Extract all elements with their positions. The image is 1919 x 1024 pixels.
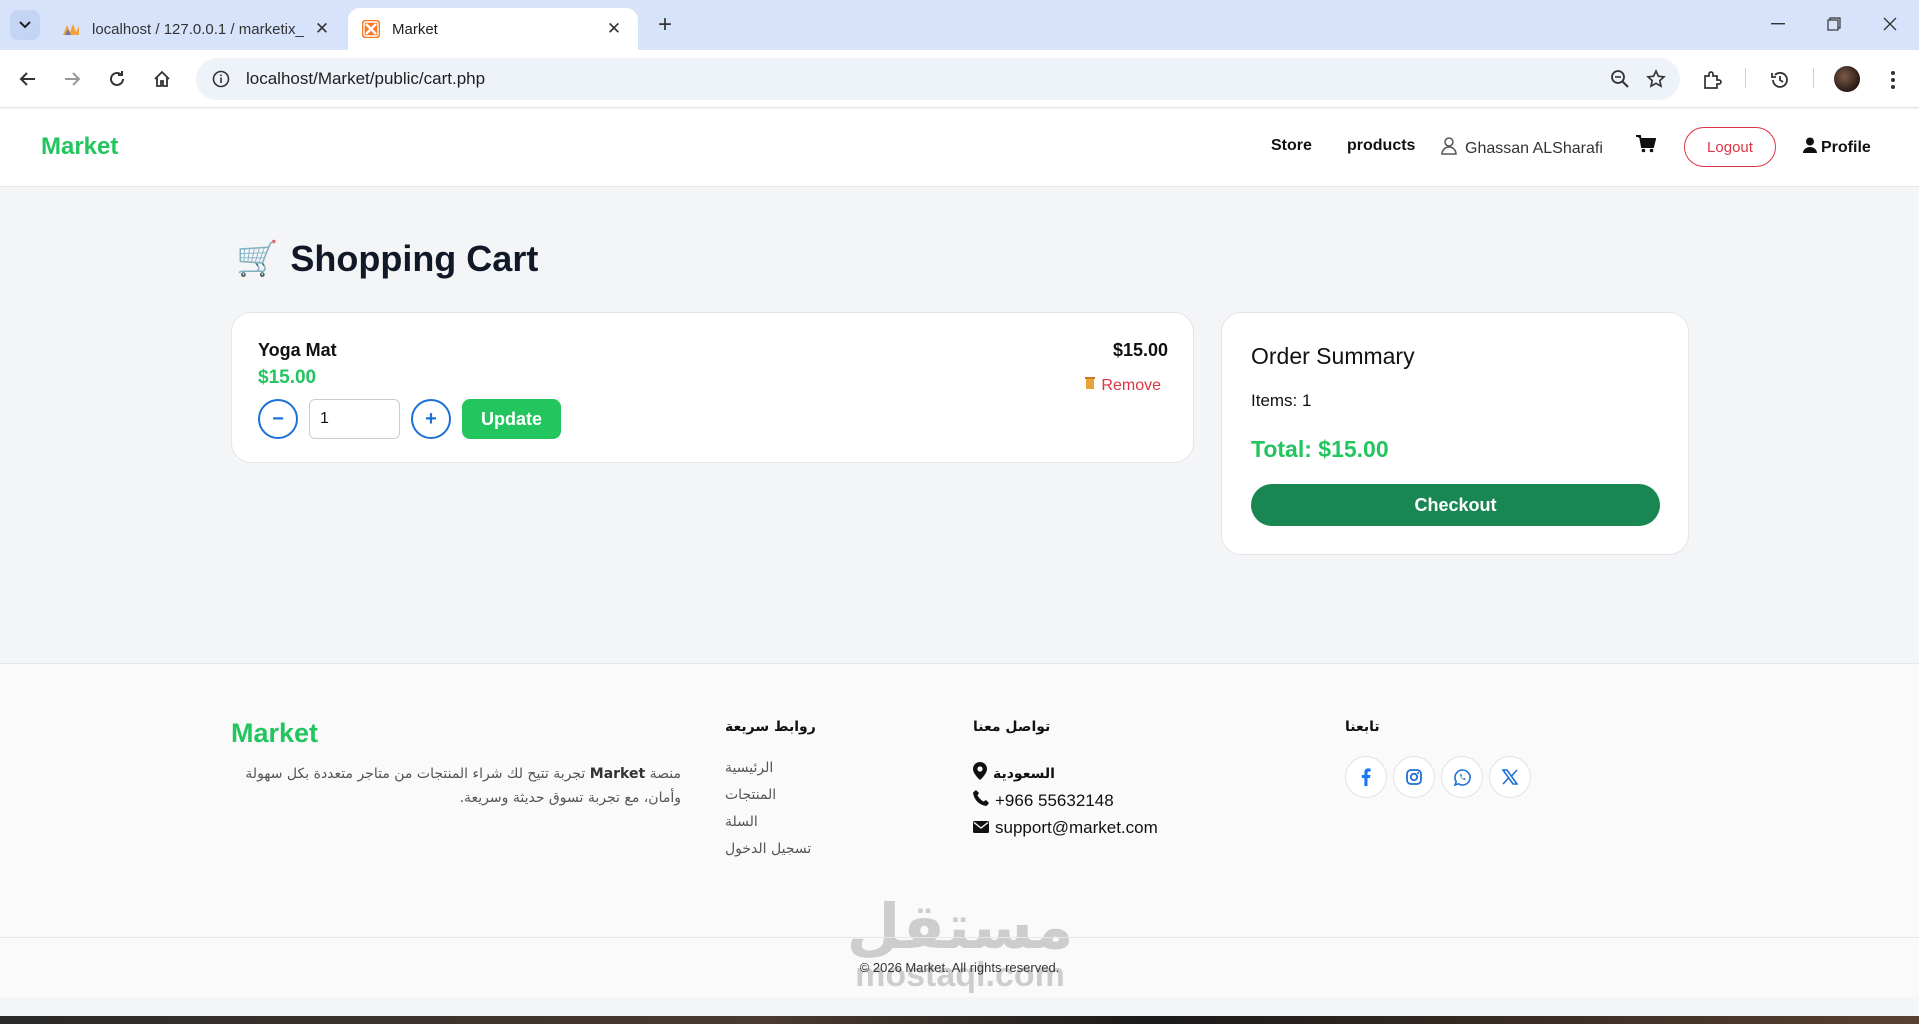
tab-phpmyadmin[interactable]: localhost / 127.0.0.1 / marketix_ ✕	[48, 8, 346, 50]
profile-user-icon	[1803, 137, 1817, 158]
instagram-icon[interactable]	[1393, 756, 1435, 798]
contact-location: السعودية	[973, 760, 1158, 787]
update-button[interactable]: Update	[462, 399, 561, 439]
footer-desc-brand: Market	[589, 766, 646, 782]
footer-link-products[interactable]: المنتجات	[725, 787, 811, 814]
xampp-icon	[362, 20, 380, 38]
quantity-input[interactable]: 1	[309, 399, 400, 439]
tab-title: localhost / 127.0.0.1 / marketix_	[92, 20, 304, 38]
order-summary-card: Order Summary Items: 1 Total: $15.00 Che…	[1221, 312, 1689, 555]
footer-link-login[interactable]: تسجيل الدخول	[725, 841, 811, 868]
remove-button[interactable]: Remove	[1085, 376, 1161, 395]
increase-quantity-button[interactable]: +	[411, 399, 451, 439]
contact-email: support@market.com	[973, 814, 1158, 841]
window-close-icon[interactable]	[1870, 8, 1910, 40]
close-tab-icon[interactable]: ✕	[604, 19, 624, 39]
cart-icon[interactable]	[1636, 135, 1657, 158]
back-arrow-icon[interactable]	[12, 63, 44, 95]
footer-bottom: © 2026 Market. All rights reserved.	[0, 937, 1919, 998]
shopping-cart-icon: 🛒	[236, 240, 279, 278]
tab-search-chevron-icon[interactable]	[10, 10, 40, 40]
site-footer: Market منصة Market تجربة تتيح لك شراء ال…	[0, 663, 1919, 997]
contact-list: السعودية +966 55632148 support@market.co…	[973, 760, 1158, 841]
extensions-puzzle-icon[interactable]	[1695, 63, 1729, 97]
summary-title: Order Summary	[1251, 343, 1415, 369]
brand-logo[interactable]: Market	[41, 133, 118, 161]
profile-avatar[interactable]	[1834, 66, 1860, 92]
email-text: support@market.com	[995, 817, 1158, 837]
phone-icon	[973, 790, 989, 811]
phpmyadmin-icon	[62, 20, 80, 38]
logout-button[interactable]: Logout	[1684, 127, 1776, 167]
copyright: © 2026 Market. All rights reserved.	[859, 960, 1060, 975]
browser-toolbar: localhost/Market/public/cart.php	[0, 50, 1919, 108]
profile-label: Profile	[1821, 138, 1871, 156]
quick-links-heading: روابط سريعة	[725, 719, 816, 735]
browser-tab-bar: localhost / 127.0.0.1 / marketix_ ✕ Mark…	[0, 0, 1919, 50]
summary-items: Items: 1	[1251, 391, 1312, 410]
page-title-text: Shopping Cart	[290, 238, 539, 279]
close-tab-icon[interactable]: ✕	[312, 19, 332, 39]
zoom-icon[interactable]	[1602, 61, 1638, 97]
decrease-quantity-button[interactable]: −	[258, 399, 298, 439]
follow-heading: تابعنا	[1345, 719, 1380, 735]
trash-icon	[1085, 376, 1096, 395]
more-menu-icon[interactable]	[1876, 63, 1910, 97]
footer-description: منصة Market تجربة تتيح لك شراء المنتجات …	[231, 762, 681, 810]
tab-market[interactable]: Market ✕	[348, 8, 638, 50]
remove-label: Remove	[1101, 376, 1161, 394]
url-text: localhost/Market/public/cart.php	[246, 69, 486, 88]
user-icon	[1441, 137, 1457, 160]
toolbar-divider	[1813, 68, 1814, 88]
site-header: Market Store products Ghassan ALSharafi …	[0, 109, 1919, 187]
home-icon[interactable]	[146, 63, 178, 95]
nav-user[interactable]: Ghassan ALSharafi	[1441, 137, 1603, 160]
location-text: السعودية	[993, 765, 1055, 782]
minimize-icon[interactable]	[1758, 8, 1798, 40]
forward-arrow-icon[interactable]	[56, 63, 88, 95]
nav-profile[interactable]: Profile	[1803, 137, 1871, 158]
line-total: $15.00	[1112, 340, 1168, 360]
history-icon[interactable]	[1763, 63, 1797, 97]
checkout-button[interactable]: Checkout	[1251, 484, 1660, 526]
summary-total: Total: $15.00	[1251, 436, 1389, 462]
toolbar-divider	[1745, 68, 1746, 88]
user-name: Ghassan ALSharafi	[1465, 139, 1603, 157]
footer-desc-prefix: منصة	[649, 766, 681, 782]
reload-icon[interactable]	[101, 63, 133, 95]
page-title: 🛒 Shopping Cart	[236, 238, 538, 280]
restore-icon[interactable]	[1814, 8, 1854, 40]
footer-link-home[interactable]: الرئيسية	[725, 760, 811, 787]
contact-phone: +966 55632148	[973, 787, 1158, 814]
item-price: $15.00	[258, 367, 317, 388]
contact-heading: تواصل معنا	[973, 719, 1051, 735]
bookmark-star-icon[interactable]	[1638, 61, 1674, 97]
phone-text: +966 55632148	[995, 790, 1114, 810]
site-info-icon[interactable]	[210, 68, 232, 90]
address-bar[interactable]: localhost/Market/public/cart.php	[196, 58, 1680, 100]
desktop-background-strip	[0, 1016, 1919, 1024]
map-pin-icon	[973, 762, 987, 785]
footer-brand: Market	[231, 718, 319, 748]
cart-item-card: Yoga Mat $15.00 − 1 + Update $15.00 Remo…	[231, 312, 1194, 463]
footer-link-cart[interactable]: السلة	[725, 814, 811, 841]
whatsapp-icon[interactable]	[1441, 756, 1483, 798]
nav-products[interactable]: products	[1347, 137, 1415, 155]
envelope-icon	[973, 818, 989, 838]
tab-title: Market	[392, 20, 438, 38]
quick-links-list: الرئيسية المنتجات السلة تسجيل الدخول	[725, 760, 811, 868]
item-name: Yoga Mat	[258, 340, 337, 360]
x-icon[interactable]	[1489, 756, 1531, 798]
nav-store[interactable]: Store	[1271, 137, 1312, 155]
new-tab-plus-icon[interactable]: +	[650, 10, 680, 40]
facebook-icon[interactable]	[1345, 756, 1387, 798]
